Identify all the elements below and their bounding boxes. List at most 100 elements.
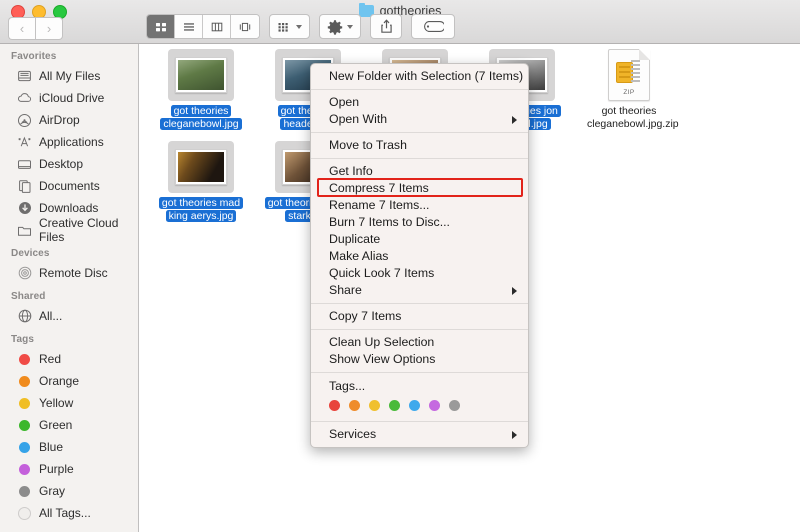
file-item[interactable]: got theories cleganebowl.jpg [153, 49, 249, 130]
submenu-arrow-icon [512, 287, 517, 295]
menu-item-rename-7-items[interactable]: Rename 7 Items... [311, 197, 528, 214]
menu-item-label: Tags... [329, 378, 365, 395]
chevron-down-icon [347, 25, 353, 29]
menu-item-compress-7-items[interactable]: Compress 7 Items [311, 180, 528, 197]
file-label: got theories cleganebowl.jpg [156, 105, 246, 130]
edit-tags-button[interactable] [411, 14, 455, 39]
menu-item-clean-up-selection[interactable]: Clean Up Selection [311, 334, 528, 351]
sidebar-item-creative-cloud-files[interactable]: Creative Cloud Files [0, 219, 138, 241]
sidebar-item-label: Red [39, 352, 61, 366]
menu-item-duplicate[interactable]: Duplicate [311, 231, 528, 248]
view-mode-segmented-control [146, 14, 260, 39]
tag-dot-icon [17, 418, 32, 433]
desktop-icon [17, 157, 32, 172]
sidebar-item-icloud-drive[interactable]: iCloud Drive [0, 87, 138, 109]
sidebar-item-all-shared[interactable]: All... [0, 305, 138, 327]
all-my-files-icon [17, 69, 32, 84]
menu-item-label: Move to Trash [329, 137, 407, 154]
share-button[interactable] [370, 14, 402, 39]
icon-view-button[interactable] [147, 15, 175, 38]
menu-item-move-to-trash[interactable]: Move to Trash [311, 137, 528, 154]
sidebar-item-label: Yellow [39, 396, 73, 410]
tag-dot-icon [17, 462, 32, 477]
menu-item-label: Make Alias [329, 248, 388, 265]
menu-item-copy-7-items[interactable]: Copy 7 Items [311, 308, 528, 325]
tag-dot-icon [17, 440, 32, 455]
sidebar-item-label: Purple [39, 462, 74, 476]
context-menu[interactable]: New Folder with Selection (7 Items) Open… [310, 63, 529, 448]
menu-item-show-view-options[interactable]: Show View Options [311, 351, 528, 368]
sidebar-item-label: iCloud Drive [39, 91, 104, 105]
menu-separator [311, 89, 528, 90]
menu-item-burn-7-items-to-disc[interactable]: Burn 7 Items to Disc... [311, 214, 528, 231]
menu-item-tags[interactable]: Tags... [311, 377, 528, 396]
titlebar: ‹ › gottheories [0, 0, 800, 44]
sidebar-header-favorites: Favorites [0, 44, 138, 65]
sidebar-item-all-my-files[interactable]: All My Files [0, 65, 138, 87]
menu-item-label: Duplicate [329, 231, 380, 248]
sidebar-item-label: Gray [39, 484, 65, 498]
sidebar[interactable]: Favorites All My Files iCloud Drive AirD… [0, 44, 139, 532]
sidebar-item-tag-gray[interactable]: Gray [0, 480, 138, 502]
sidebar-header-tags: Tags [0, 327, 138, 348]
menu-item-share[interactable]: Share [311, 282, 528, 299]
menu-item-label: New Folder with Selection (7 Items) [329, 68, 523, 85]
menu-item-label: Rename 7 Items... [329, 197, 429, 214]
airdrop-icon [17, 113, 32, 128]
network-globe-icon [17, 309, 32, 324]
file-item-zip[interactable]: ZIP got theories cleganebowl.jpg.zip [581, 49, 677, 130]
sidebar-item-tag-purple[interactable]: Purple [0, 458, 138, 480]
menu-item-quick-look-7-items[interactable]: Quick Look 7 Items [311, 265, 528, 282]
sidebar-item-tag-red[interactable]: Red [0, 348, 138, 370]
applications-icon [17, 135, 32, 150]
menu-separator [311, 158, 528, 159]
sidebar-item-tag-yellow[interactable]: Yellow [0, 392, 138, 414]
menu-tag-purple-button[interactable] [429, 400, 440, 411]
menu-item-make-alias[interactable]: Make Alias [311, 248, 528, 265]
sidebar-item-desktop[interactable]: Desktop [0, 153, 138, 175]
sidebar-item-label: All Tags... [39, 506, 91, 520]
sidebar-item-tag-blue[interactable]: Blue [0, 436, 138, 458]
sidebar-item-tag-green[interactable]: Green [0, 414, 138, 436]
menu-tag-yellow-button[interactable] [369, 400, 380, 411]
menu-item-open[interactable]: Open [311, 94, 528, 111]
sidebar-item-label: All... [39, 309, 62, 323]
menu-item-new-folder-with-selection[interactable]: New Folder with Selection (7 Items) [311, 68, 528, 85]
file-thumbnail: ZIP [596, 49, 662, 101]
zip-file-icon: ZIP [608, 49, 650, 101]
sidebar-item-airdrop[interactable]: AirDrop [0, 109, 138, 131]
sidebar-item-documents[interactable]: Documents [0, 175, 138, 197]
menu-tag-red-button[interactable] [329, 400, 340, 411]
menu-tag-color-row [311, 396, 528, 417]
menu-tag-orange-button[interactable] [349, 400, 360, 411]
menu-item-label: Open With [329, 111, 387, 128]
menu-separator [311, 329, 528, 330]
icloud-icon [17, 91, 32, 106]
back-button[interactable]: ‹ [8, 17, 35, 40]
arrange-by-button[interactable] [269, 14, 310, 39]
menu-item-open-with[interactable]: Open With [311, 111, 528, 128]
sidebar-item-applications[interactable]: Applications [0, 131, 138, 153]
menu-item-get-info[interactable]: Get Info [311, 163, 528, 180]
toolbar [146, 14, 455, 39]
sidebar-item-label: AirDrop [39, 113, 80, 127]
menu-tag-green-button[interactable] [389, 400, 400, 411]
navigation-buttons: ‹ › [8, 17, 63, 40]
action-gear-button[interactable] [319, 14, 361, 39]
sidebar-item-label: Desktop [39, 157, 83, 171]
menu-item-services[interactable]: Services [311, 426, 528, 443]
chevron-down-icon [296, 25, 302, 29]
menu-separator [311, 303, 528, 304]
sidebar-item-remote-disc[interactable]: Remote Disc [0, 262, 138, 284]
menu-tag-gray-button[interactable] [449, 400, 460, 411]
sidebar-item-all-tags[interactable]: All Tags... [0, 502, 138, 524]
menu-tag-blue-button[interactable] [409, 400, 420, 411]
list-view-button[interactable] [175, 15, 203, 38]
coverflow-view-button[interactable] [231, 15, 259, 38]
file-label: got theories mad king aerys.jpg [156, 197, 246, 222]
forward-button[interactable]: › [35, 17, 63, 40]
column-view-button[interactable] [203, 15, 231, 38]
sidebar-item-tag-orange[interactable]: Orange [0, 370, 138, 392]
sidebar-item-label: Green [39, 418, 72, 432]
file-item[interactable]: got theories mad king aerys.jpg [153, 141, 249, 222]
